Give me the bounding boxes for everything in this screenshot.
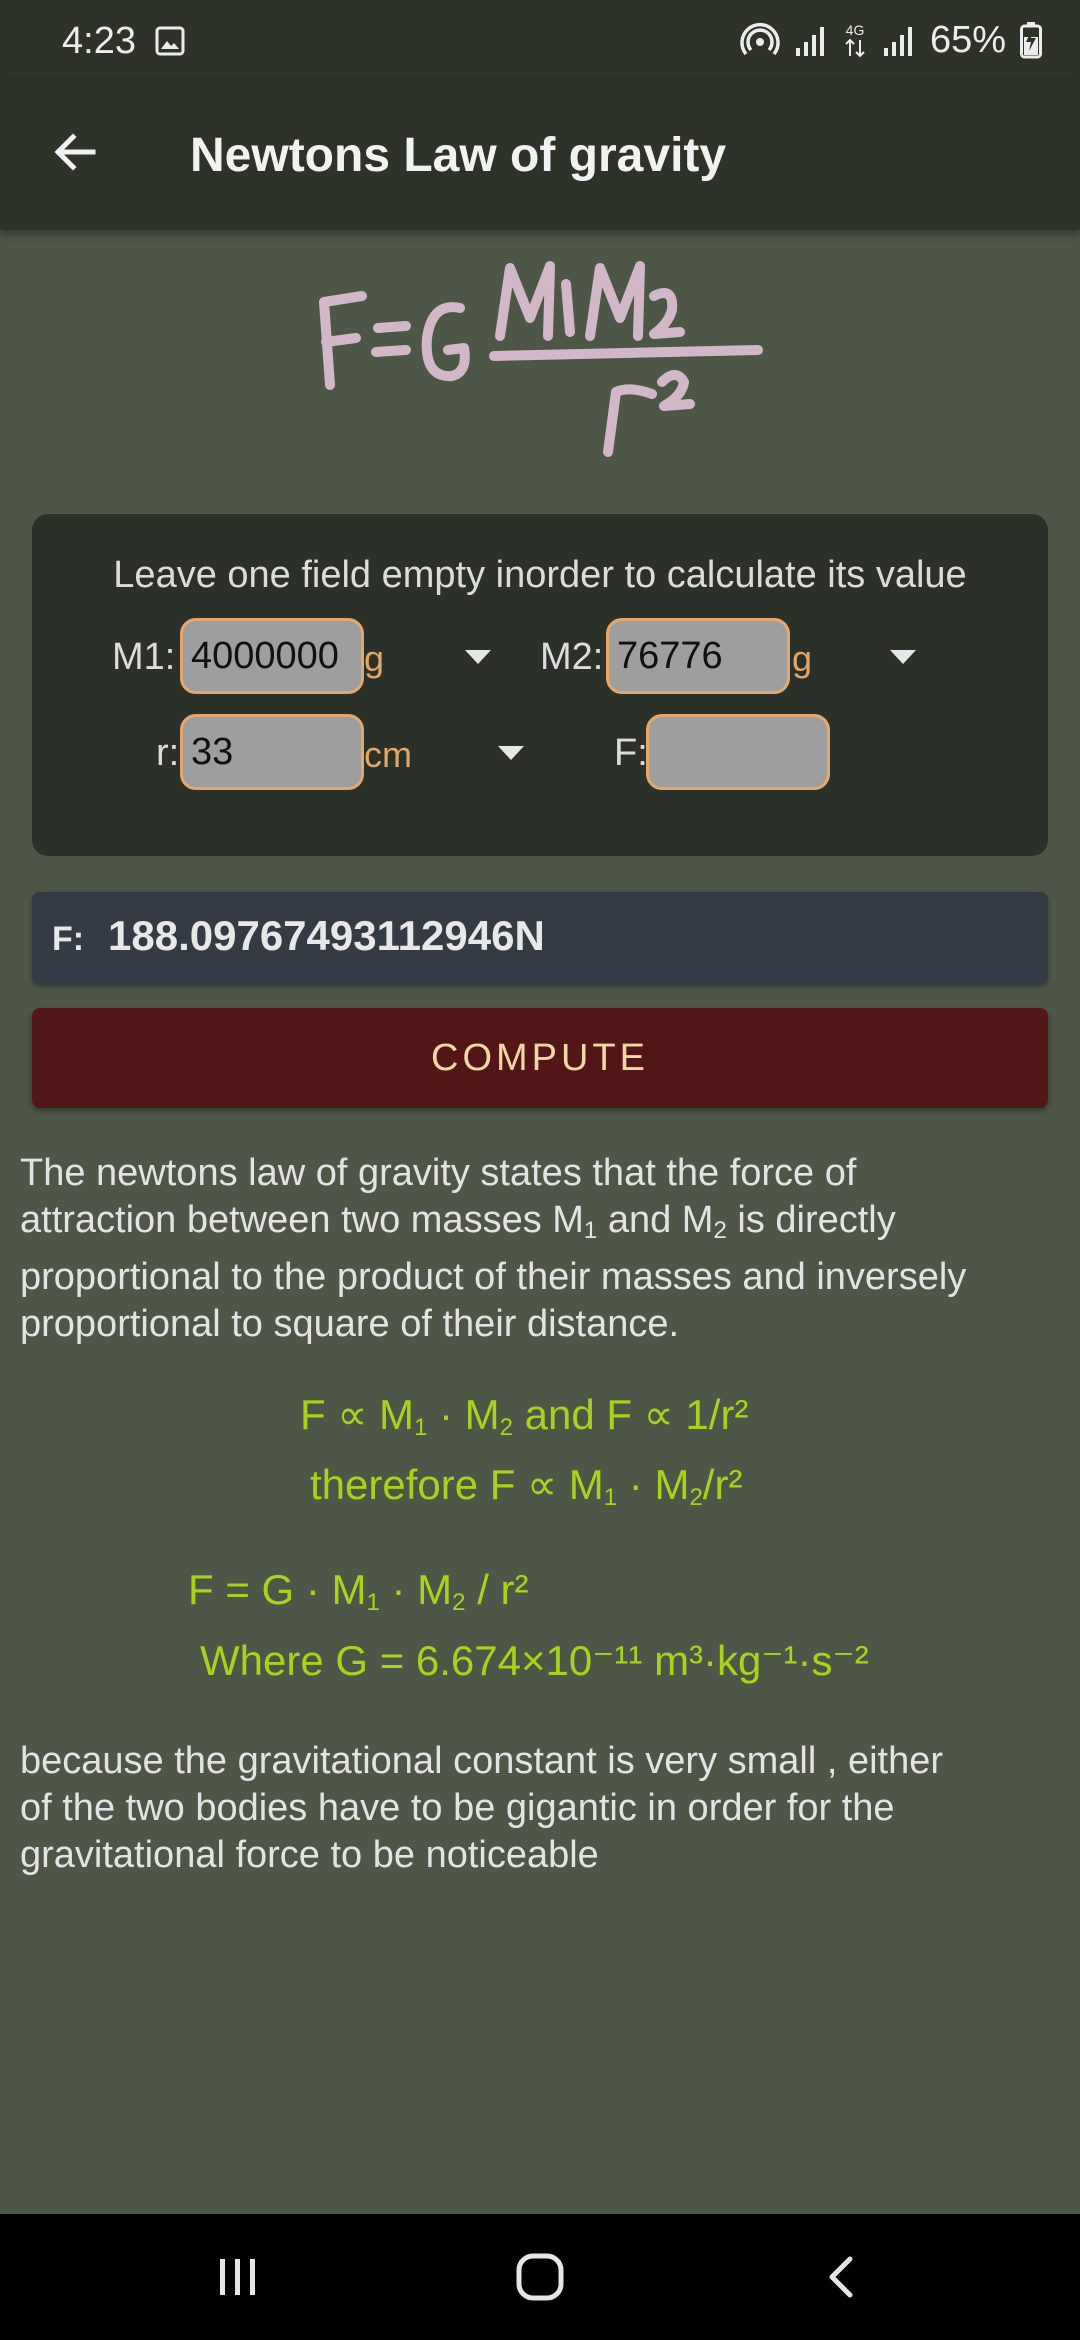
image-notification-icon xyxy=(155,26,185,56)
m2-label: M2: xyxy=(540,636,604,678)
result-display: F: 188.09767493112946N xyxy=(32,892,1048,984)
back-button[interactable] xyxy=(40,117,110,187)
r-label: r: xyxy=(156,732,180,774)
recent-apps-icon xyxy=(220,2259,255,2295)
page-title: Newtons Law of gravity xyxy=(190,129,727,182)
signal-icon-2 xyxy=(883,27,912,56)
battery-charging-icon xyxy=(1020,22,1042,59)
m1-input[interactable] xyxy=(180,618,364,694)
app-bar: Newtons Law of gravity xyxy=(0,80,1080,230)
chevron-left-icon xyxy=(829,2256,853,2298)
m1-label: M1: xyxy=(112,636,176,678)
r-input[interactable] xyxy=(180,714,364,790)
gravity-equation: F = G · M1 · M2 / r² xyxy=(188,1566,529,1616)
m2-unit: g xyxy=(792,638,813,679)
input-hint: Leave one field empty inorder to calcula… xyxy=(113,554,967,596)
system-navigation-bar xyxy=(0,2214,1080,2340)
status-time: 4:23 xyxy=(62,20,136,62)
status-bar: 4:23 4G 65% xyxy=(0,0,1080,80)
m1-unit-dropdown[interactable] xyxy=(465,650,491,664)
hotspot-icon xyxy=(740,23,780,56)
arrow-back-icon xyxy=(54,133,96,171)
signal-icon xyxy=(795,27,824,56)
mobile-data-4g-icon: 4G xyxy=(845,22,865,58)
gravitational-constant: Where G = 6.674×10⁻¹¹ m³·kg⁻¹·s⁻² xyxy=(200,1637,869,1684)
conclusion-paragraph: because the gravitational constant is ve… xyxy=(20,1740,944,1876)
compute-button[interactable]: COMPUTE xyxy=(32,1008,1048,1108)
m1-unit: g xyxy=(364,638,385,679)
m2-input[interactable] xyxy=(606,618,790,694)
nav-back-button[interactable] xyxy=(762,2214,922,2340)
status-icons: 4G 65% xyxy=(740,18,1042,62)
proportionality-equation: F ∝ M1 · M2 and F ∝ 1/r² xyxy=(300,1391,749,1441)
home-button[interactable] xyxy=(460,2214,620,2340)
result-value: 188.09767493112946N xyxy=(108,912,545,959)
formula-image xyxy=(319,261,763,457)
m2-unit-dropdown[interactable] xyxy=(890,650,916,664)
home-icon xyxy=(516,2253,564,2301)
r-unit: cm xyxy=(364,734,412,775)
f-label: F: xyxy=(614,732,648,774)
r-unit-dropdown[interactable] xyxy=(498,746,524,760)
result-label: F: xyxy=(52,920,85,958)
recent-apps-button[interactable] xyxy=(158,2214,318,2340)
description-paragraph: The newtons law of gravity states that t… xyxy=(20,1152,967,1345)
input-card: Leave one field empty inorder to calcula… xyxy=(32,514,1048,856)
combined-proportionality-equation: therefore F ∝ M1 · M2/r² xyxy=(310,1461,743,1511)
svg-text:4G: 4G xyxy=(846,22,865,38)
f-input[interactable] xyxy=(646,714,830,790)
battery-percent: 65% xyxy=(929,18,1006,61)
